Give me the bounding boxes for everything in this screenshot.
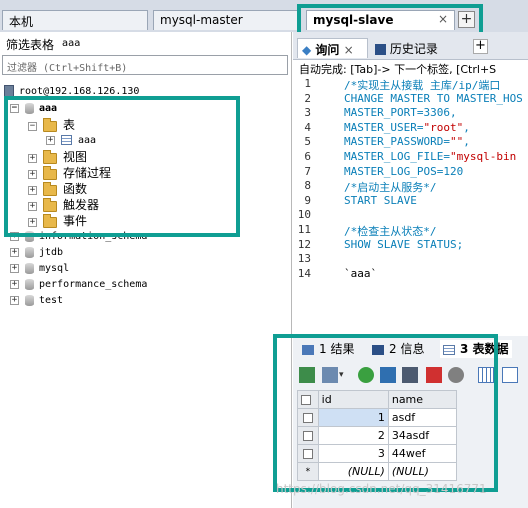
line-number: 11 <box>297 223 311 236</box>
code-line[interactable]: MASTER_PASSWORD="", <box>344 135 470 148</box>
line-number: 5 <box>304 135 311 148</box>
database-icon <box>25 262 34 274</box>
database-icon <box>25 294 34 306</box>
code-line[interactable]: MASTER_PORT=3306, <box>344 106 457 119</box>
filter-input[interactable]: 过滤器 (Ctrl+Shift+B) <box>2 55 288 75</box>
tree-db-test[interactable]: + test <box>10 293 63 309</box>
database-icon <box>25 278 34 290</box>
code-line[interactable]: MASTER_USER="root", <box>344 121 470 134</box>
line-number: 12 <box>297 238 311 251</box>
line-number: 8 <box>304 179 311 192</box>
code-line[interactable]: `aaa` <box>344 267 377 280</box>
close-icon[interactable]: × <box>344 43 354 57</box>
line-number: 4 <box>304 121 311 134</box>
highlight-box-results <box>273 334 498 492</box>
tree-db-jtdb[interactable]: + jtdb <box>10 245 63 261</box>
watermark: https://blog.csdn.net/qq_31416771 <box>276 482 487 496</box>
expand-icon[interactable]: + <box>10 279 19 289</box>
code-line[interactable]: MASTER_LOG_POS=120 <box>344 165 463 178</box>
query-icon: ◆ <box>302 43 312 57</box>
expand-icon[interactable]: + <box>10 263 19 273</box>
history-icon <box>375 44 386 55</box>
code-line[interactable]: CHANGE MASTER TO MASTER_HOS <box>344 92 523 105</box>
expand-icon[interactable]: + <box>10 247 19 257</box>
code-line[interactable]: MASTER_LOG_FILE="mysql-bin <box>344 150 516 163</box>
line-number: 14 <box>297 267 311 280</box>
expand-icon[interactable]: + <box>10 295 19 305</box>
line-number: 3 <box>304 106 311 119</box>
code-line[interactable]: SHOW SLAVE STATUS; <box>344 238 463 251</box>
highlight-box-tree <box>4 96 240 237</box>
filter-label: 筛选表格 <box>6 38 55 52</box>
filter-value: aaa <box>62 38 81 49</box>
tab-history[interactable]: 历史记录 <box>371 38 451 58</box>
line-number: 13 <box>297 252 311 265</box>
form-view-icon[interactable] <box>502 367 518 383</box>
line-number: 6 <box>304 150 311 163</box>
code-line[interactable]: /*启动主从服务*/ <box>344 179 437 195</box>
tab-query[interactable]: ◆ 询问 × <box>297 38 368 58</box>
line-number: 1 <box>304 77 311 90</box>
line-number: 9 <box>304 194 311 207</box>
tab-mysql-master[interactable]: mysql-master <box>153 10 299 30</box>
tree-db-performance-schema[interactable]: + performance_schema <box>10 277 147 293</box>
code-line[interactable]: START SLAVE <box>344 194 417 207</box>
line-number: 10 <box>297 208 311 221</box>
add-query-button[interactable]: + <box>473 39 488 54</box>
line-number: 7 <box>304 165 311 178</box>
database-icon <box>25 246 34 258</box>
line-number: 2 <box>304 92 311 105</box>
code-line[interactable]: /*检查主从状态*/ <box>344 223 437 239</box>
code-line[interactable]: /*实现主从接载 主库/ip/端口 <box>344 77 500 93</box>
tree-db-mysql[interactable]: + mysql <box>10 261 69 277</box>
tab-local[interactable]: 本机 <box>2 10 148 30</box>
